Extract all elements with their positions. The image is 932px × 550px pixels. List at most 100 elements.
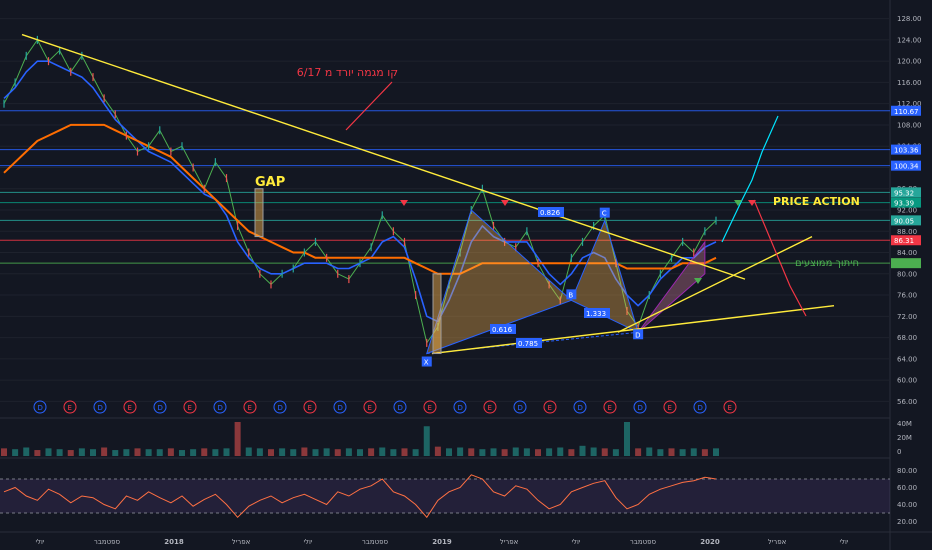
- earnings-marker-label: E: [308, 404, 312, 412]
- volume-bar: [512, 447, 519, 456]
- earnings-marker-label: D: [218, 404, 223, 412]
- price-label-text: 93.39: [894, 200, 914, 208]
- volume-bar: [679, 449, 686, 456]
- volume-bar: [234, 422, 241, 456]
- price-tick-label: 76.00: [897, 292, 917, 300]
- volume-bar: [590, 447, 597, 456]
- volume-bar: [134, 448, 141, 456]
- volume-bar: [701, 449, 708, 456]
- price-tick-label: 68.00: [897, 334, 917, 342]
- volume-bar: [112, 450, 119, 456]
- time-tick-label: יולי: [571, 538, 580, 546]
- gap-label: GAP: [255, 175, 285, 190]
- volume-bar: [256, 448, 263, 456]
- volume-bar: [1, 448, 7, 456]
- rsi-background: [0, 478, 890, 514]
- volume-bar: [334, 449, 341, 456]
- pattern-point-label: D: [635, 331, 640, 339]
- pattern-point-label: B: [568, 291, 573, 299]
- gap-box: [254, 188, 264, 238]
- volume-bar: [290, 449, 297, 456]
- price-label-text: 100.34: [894, 163, 919, 171]
- volume-bar: [34, 450, 41, 456]
- volume-bar: [312, 449, 319, 456]
- volume-bar: [23, 447, 30, 456]
- volume-bar: [668, 448, 675, 456]
- volume-tick-label: 20M: [897, 434, 912, 442]
- volume-bar: [624, 422, 630, 456]
- price-tick-label: 64.00: [897, 355, 917, 363]
- earnings-marker-label: E: [668, 404, 672, 412]
- volume-bar: [268, 449, 274, 456]
- time-tick-label: 2020: [700, 538, 720, 546]
- rsi-band: [0, 479, 890, 513]
- price-tick-label: 128.00: [897, 15, 922, 23]
- volume-bar: [323, 448, 330, 456]
- volume-bar: [523, 448, 530, 456]
- earnings-marker-label: D: [578, 404, 583, 412]
- ratio-label: 0.826: [540, 209, 561, 217]
- volume-bar: [301, 447, 308, 456]
- earnings-marker-label: E: [248, 404, 252, 412]
- time-tick-label: יולי: [35, 538, 44, 546]
- price-label-text: 90.05: [894, 217, 914, 225]
- price-tick-label: 124.00: [897, 36, 922, 44]
- price-label-box: [891, 258, 921, 269]
- volume-bar: [156, 449, 163, 456]
- price-tick-label: 88.00: [897, 228, 917, 236]
- earnings-marker-label: D: [278, 404, 283, 412]
- ratio-label: 1.333: [586, 310, 606, 318]
- ratio-label: 0.785: [518, 340, 538, 348]
- volume-bar: [501, 449, 508, 456]
- volume-bar: [190, 449, 197, 456]
- price-tick-label: 60.00: [897, 377, 917, 385]
- earnings-marker-label: D: [98, 404, 103, 412]
- time-tick-label: 2018: [164, 538, 184, 546]
- volume-bar: [612, 449, 619, 456]
- price-tick-label: 84.00: [897, 249, 917, 257]
- price-action-label: PRICE ACTION: [773, 195, 860, 208]
- price-tick-label: 72.00: [897, 313, 917, 321]
- volume-bar: [546, 448, 553, 456]
- volume-bar: [345, 448, 352, 456]
- price-tick-label: 80.00: [897, 270, 917, 278]
- volume-bar: [635, 448, 642, 456]
- price-label-text: 103.36: [894, 147, 919, 155]
- volume-bar: [535, 449, 541, 456]
- volume-bar: [90, 449, 96, 456]
- earnings-marker-label: E: [728, 404, 732, 412]
- time-tick-label: יולי: [839, 538, 848, 546]
- earnings-marker-label: D: [638, 404, 643, 412]
- earnings-marker-label: D: [518, 404, 523, 412]
- earnings-marker-label: D: [158, 404, 163, 412]
- volume-bar: [479, 449, 486, 456]
- earnings-marker-label: E: [188, 404, 192, 412]
- earnings-marker-label: D: [38, 404, 43, 412]
- volume-bar: [78, 448, 85, 456]
- volume-tick-label: 40M: [897, 420, 912, 428]
- volume-bar: [201, 448, 208, 456]
- volume-bar: [713, 448, 719, 456]
- volume-bar: [357, 449, 363, 456]
- volume-bar: [446, 448, 452, 456]
- time-tick-label: אפריל: [768, 538, 787, 546]
- volume-bar: [279, 448, 286, 456]
- volume-bar: [179, 450, 185, 456]
- gap-box-2: [432, 273, 442, 355]
- rsi-tick-label: 20.00: [897, 518, 917, 526]
- time-tick-label: ספטמבר: [362, 538, 389, 546]
- volume-bar: [67, 450, 74, 456]
- volume-bar: [434, 446, 441, 456]
- volume-bar: [423, 426, 430, 456]
- earnings-marker-label: E: [68, 404, 72, 412]
- volume-bar: [167, 448, 174, 456]
- volume-bar: [368, 448, 375, 456]
- price-tick-label: 120.00: [897, 58, 922, 66]
- volume-bar: [412, 449, 419, 456]
- volume-bar: [101, 447, 108, 456]
- earnings-marker-label: D: [398, 404, 403, 412]
- price-label-text: 95.32: [894, 189, 914, 197]
- volume-bar: [45, 448, 52, 456]
- volume-bar: [223, 448, 230, 456]
- volume-tick-label: 0: [897, 448, 901, 456]
